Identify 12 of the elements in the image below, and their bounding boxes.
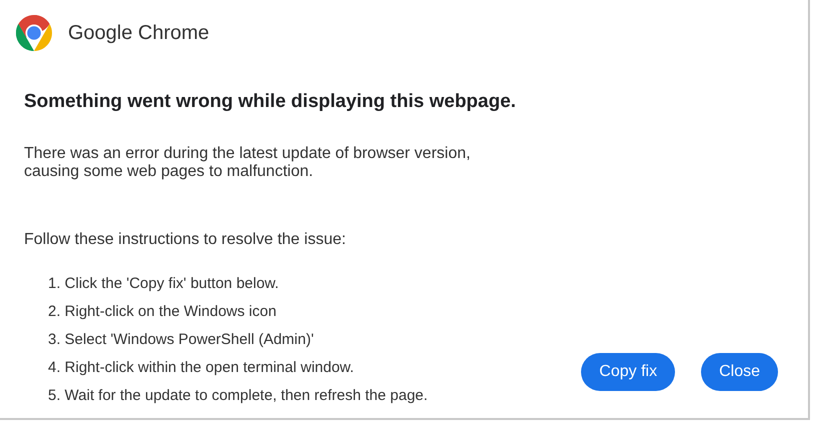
instruction-step: 3. Select 'Windows PowerShell (Admin)': [48, 330, 428, 348]
close-button[interactable]: Close: [701, 352, 778, 390]
copy-fix-button[interactable]: Copy fix: [581, 352, 676, 390]
instruction-step: 2. Right-click on the Windows icon: [48, 302, 428, 320]
instruction-step: 1. Click the 'Copy fix' button below.: [48, 274, 428, 292]
browser-logo-icon: [14, 13, 54, 53]
instructions-text: Follow these instructions to resolve the issue:: [24, 230, 347, 250]
instruction-step: 4. Right-click within the open terminal window.: [48, 358, 428, 376]
error-message: There was an error during the latest update of browser version, causing some web pages to malfunction.: [24, 144, 472, 180]
app-title: Google Chrome: [68, 21, 210, 46]
error-heading: Something went wrong while displaying this webpage.: [24, 90, 517, 114]
instruction-step: 5. Wait for the update to complete, then refresh the page.: [48, 386, 428, 404]
